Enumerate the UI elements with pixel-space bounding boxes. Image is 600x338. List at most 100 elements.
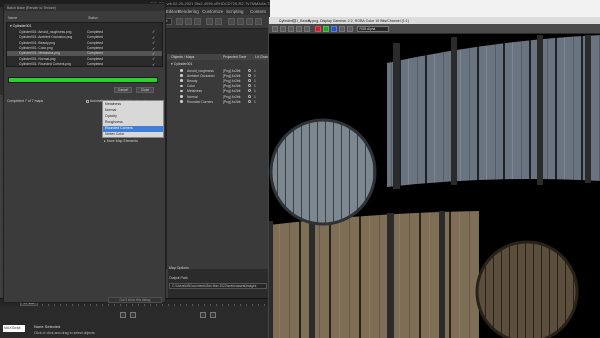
green-channel-icon[interactable] bbox=[323, 26, 329, 32]
snap-icon[interactable] bbox=[206, 18, 213, 25]
dialog-title-bar[interactable]: Batch Bake (Render to Texture) bbox=[4, 4, 165, 11]
alpha-channel-icon[interactable] bbox=[339, 26, 345, 32]
checkbox-icon[interactable] bbox=[86, 99, 89, 103]
play-icon[interactable] bbox=[210, 312, 216, 318]
angle-snap-icon[interactable] bbox=[215, 18, 222, 25]
map-name: Color bbox=[187, 84, 195, 89]
map-element-item[interactable]: Metalness bbox=[103, 102, 163, 108]
dialog-title: Batch Bake (Render to Texture) bbox=[7, 5, 56, 10]
render-setup-icon[interactable] bbox=[237, 18, 244, 25]
more-map-elements-label: More Map Elements bbox=[106, 139, 139, 143]
rtt-object-group[interactable]: ▾ Cylinder001 bbox=[171, 62, 192, 66]
job-name: Cylinder001: Metalness.png bbox=[19, 51, 60, 56]
menu-content[interactable]: Content bbox=[250, 9, 266, 14]
job-status: Completed bbox=[87, 51, 103, 56]
status-selection-text: None Selected bbox=[34, 324, 61, 329]
job-row[interactable]: Cylinder001: Metalness.png Completed ✓ bbox=[7, 50, 162, 56]
map-element-list[interactable]: Metalness Normal Opacity Roughness Rounded C… bbox=[102, 100, 164, 138]
scale-tool-icon[interactable] bbox=[194, 18, 201, 25]
job-row[interactable]: Cylinder001: Beauty.png Completed ✓ bbox=[7, 40, 162, 45]
job-status: Completed bbox=[87, 56, 103, 61]
eye-icon[interactable] bbox=[180, 84, 183, 88]
copy-image-icon[interactable] bbox=[280, 26, 286, 32]
job-name: Cylinder001: Arnold_roughness.png bbox=[19, 29, 72, 34]
map-element-item[interactable]: Opacity bbox=[103, 114, 163, 120]
job-row[interactable]: Cylinder001: Arnold_roughness.png Complet… bbox=[7, 29, 162, 34]
job-name: Cylinder001: Ambient Occlusion.png bbox=[19, 35, 73, 40]
eye-icon[interactable] bbox=[180, 79, 183, 82]
status-bar: MAXScript None Selected Click or click-a… bbox=[0, 306, 270, 338]
rtt-col-enabled: Lit Chan bbox=[255, 55, 269, 59]
map-channel: 1 bbox=[254, 99, 256, 104]
job-group-label: Cylinder001 bbox=[12, 24, 32, 28]
rtt-map-row[interactable]: Rounded Corners [Png] 4x2bit 1 bbox=[167, 99, 271, 104]
max-menubar: Graph Editors Rendering Customize Script… bbox=[150, 7, 270, 15]
job-name: Cylinder001: Normal.png bbox=[19, 56, 56, 61]
menu-rendering[interactable]: Rendering bbox=[178, 9, 199, 14]
save-image-icon[interactable] bbox=[272, 26, 278, 32]
eye-icon[interactable] bbox=[180, 100, 183, 103]
blue-channel-icon[interactable] bbox=[331, 26, 337, 32]
cancel-button[interactable]: Cancel bbox=[114, 87, 132, 93]
map-name: Metalness bbox=[187, 89, 203, 94]
rtt-output-path-field[interactable]: C:\Users\tdl\Documents\3ds Max 2022\scen… bbox=[169, 283, 267, 289]
eye-icon[interactable] bbox=[180, 69, 183, 72]
map-name: Ambient Occlusion bbox=[187, 73, 215, 78]
red-channel-icon[interactable] bbox=[315, 26, 321, 32]
job-row[interactable]: Cylinder001: Color.png Completed ✓ bbox=[7, 45, 162, 51]
rtt-list-header: Objects / Maps Projected Tone Lit Chan bbox=[167, 54, 271, 60]
enabled-radio-icon[interactable] bbox=[248, 84, 251, 88]
material-editor-icon[interactable] bbox=[228, 18, 235, 25]
dont-show-button[interactable]: Don't show this dialog bbox=[108, 297, 162, 303]
clear-image-icon[interactable] bbox=[304, 26, 310, 32]
enabled-radio-icon[interactable] bbox=[248, 94, 251, 98]
close-button[interactable]: Close bbox=[136, 87, 154, 93]
channel-display-dropdown[interactable]: RGB Alpha bbox=[357, 26, 389, 32]
col-name: Name bbox=[8, 16, 18, 20]
rotate-tool-icon[interactable] bbox=[185, 18, 192, 25]
job-group[interactable]: ▾ Cylinder001 bbox=[10, 24, 31, 28]
mono-icon[interactable] bbox=[347, 26, 353, 32]
job-row[interactable]: Cylinder001: Normal.png Completed ✓ bbox=[7, 56, 162, 61]
rtt-map-options-label: Map Options bbox=[169, 266, 189, 270]
eye-icon[interactable] bbox=[180, 89, 183, 93]
job-row[interactable]: Cylinder001: Ambient Occlusion.png Comple… bbox=[7, 34, 162, 40]
menu-scripting[interactable]: Scripting bbox=[226, 9, 244, 14]
map-element-item[interactable]: Normal bbox=[103, 108, 163, 114]
map-format: [Png] 4x2bit bbox=[223, 68, 241, 73]
absolute-mode-icon[interactable] bbox=[130, 312, 136, 318]
map-channel: 1 bbox=[254, 73, 256, 78]
render-icon[interactable] bbox=[255, 18, 262, 25]
job-list[interactable]: ▾ Cylinder001 Cylinder001: Arnold_roughn… bbox=[6, 22, 163, 67]
map-format: [Png] 4x2bit bbox=[223, 89, 241, 94]
move-tool-icon[interactable] bbox=[176, 18, 183, 25]
frame-buffer-title-bar[interactable]: Cylinder001_Beauty.png, Display Gamma: 2… bbox=[269, 17, 600, 24]
job-name: Cylinder001: Rounded Corners.png bbox=[19, 62, 71, 67]
enabled-radio-icon[interactable] bbox=[248, 89, 251, 93]
clone-window-icon[interactable] bbox=[288, 26, 294, 32]
menu-customize[interactable]: Customize bbox=[202, 9, 223, 14]
key-mode-icon[interactable] bbox=[200, 312, 206, 318]
eye-icon[interactable] bbox=[180, 95, 183, 98]
map-element-item[interactable]: Vertex Color bbox=[103, 132, 163, 138]
print-image-icon[interactable] bbox=[296, 26, 302, 32]
job-row[interactable]: Cylinder001: Rounded Corners.png Complete… bbox=[7, 61, 162, 67]
enabled-radio-icon[interactable] bbox=[248, 73, 251, 77]
eye-icon[interactable] bbox=[180, 74, 183, 77]
maxscript-listener[interactable]: MAXScript bbox=[3, 325, 25, 332]
map-format: [Png] 4x2bit bbox=[223, 99, 241, 104]
map-element-item[interactable]: Roughness bbox=[103, 120, 163, 126]
more-map-elements[interactable]: ▸ More Map Elements bbox=[104, 139, 138, 143]
enabled-radio-icon[interactable] bbox=[248, 99, 251, 103]
render-frame-icon[interactable] bbox=[246, 18, 253, 25]
map-format: [Png] 4x2bit bbox=[223, 78, 241, 83]
map-element-item[interactable]: Rounded Corners bbox=[103, 126, 163, 132]
frame-buffer-toolbar: RGB Alpha bbox=[269, 24, 600, 34]
enabled-radio-icon[interactable] bbox=[248, 78, 251, 82]
enabled-radio-icon[interactable] bbox=[248, 68, 251, 72]
rtt-col-format: Projected Tone bbox=[223, 55, 247, 59]
window-controls[interactable]: – ▢ ✕ bbox=[279, 18, 598, 23]
completed-count: Completed 7 of 7 maps bbox=[7, 99, 44, 103]
lock-selection-icon[interactable] bbox=[120, 312, 126, 318]
status-prompt-text: Click or click-and-drag to select object… bbox=[34, 331, 95, 335]
